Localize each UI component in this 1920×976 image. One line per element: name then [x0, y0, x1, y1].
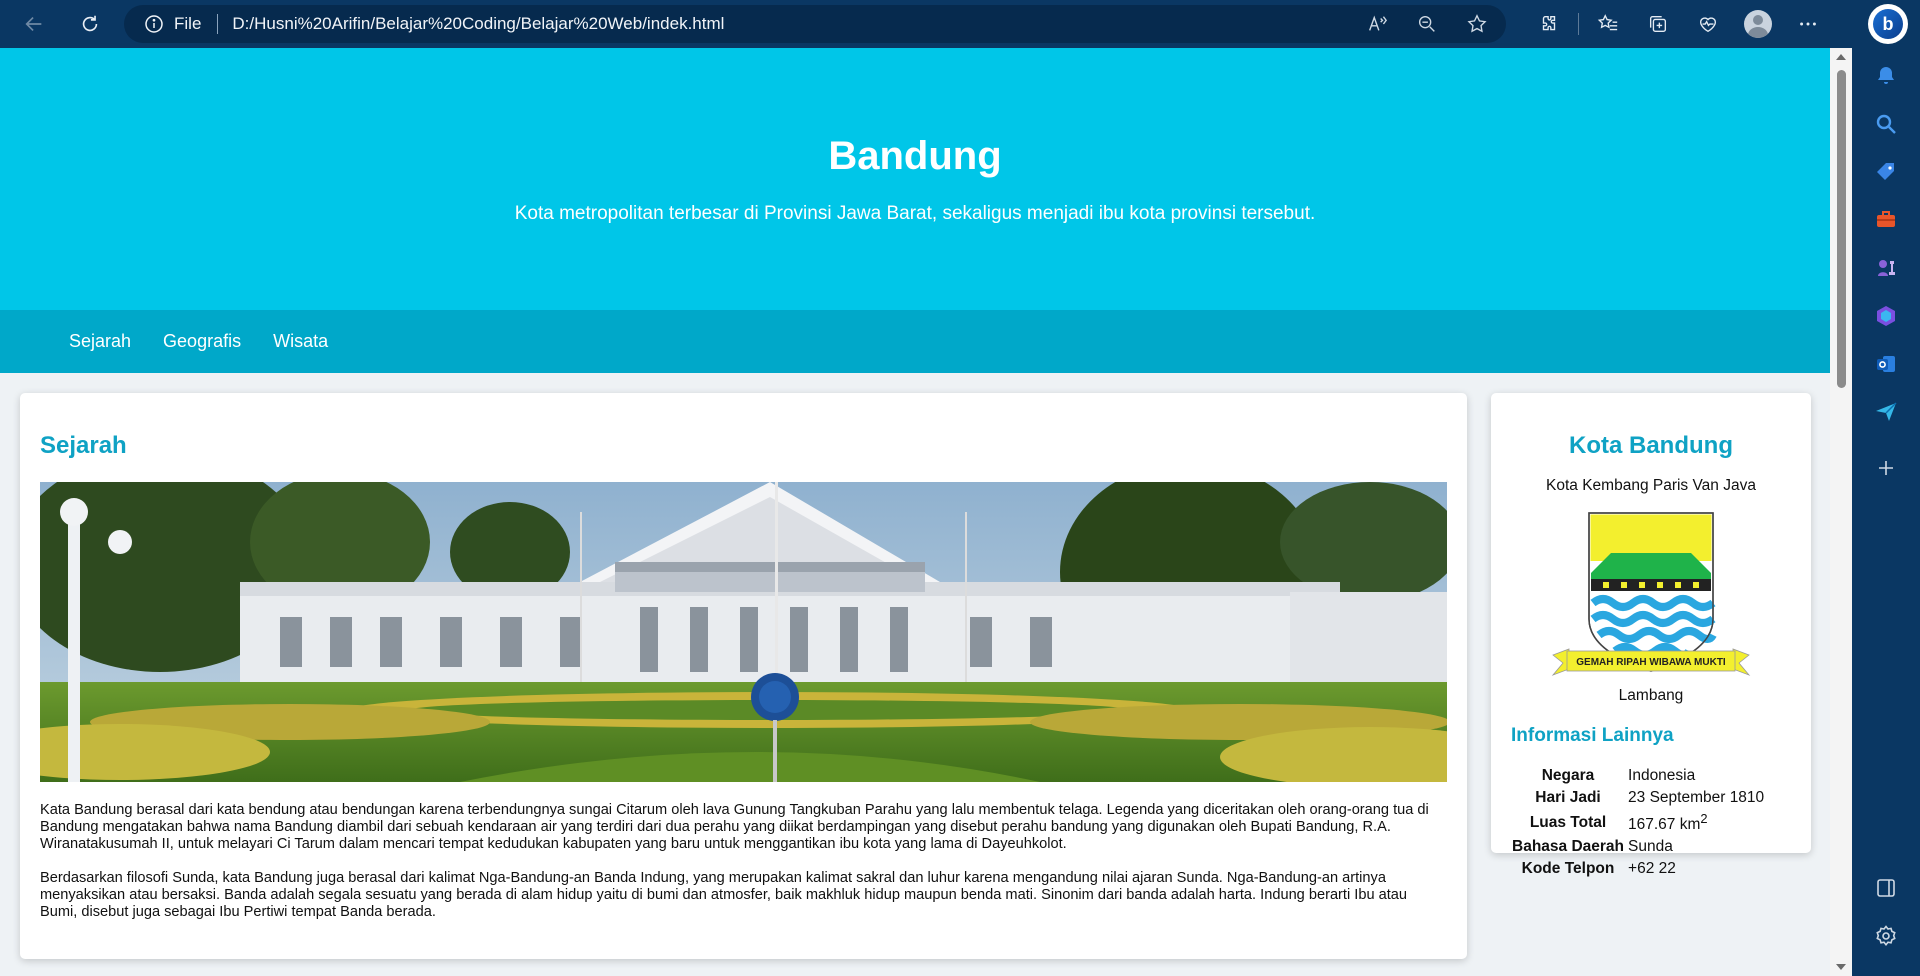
url-scheme-label: File — [174, 14, 202, 33]
info-label: Kode Telpon — [1521, 860, 1615, 878]
area-exponent: 2 — [1700, 811, 1708, 826]
city-info-card: Kota Bandung Kota Kembang Paris Van Java… — [1491, 393, 1811, 877]
web-page: Bandung Kota metropolitan terbesar di Pr… — [0, 48, 1830, 976]
info-label: Negara — [1541, 767, 1595, 784]
address-bar-actions — [1364, 13, 1490, 35]
back-button[interactable] — [16, 6, 52, 42]
table-row: Hari Jadi 23 September 1810 — [1512, 787, 1764, 809]
info-label: Luas Total — [1529, 813, 1607, 831]
info-label: Bahasa Daerah — [1512, 838, 1625, 856]
search-icon[interactable] — [1872, 110, 1900, 138]
profile-button[interactable] — [1733, 6, 1783, 42]
area-value: 167.67 km — [1628, 816, 1701, 834]
history-paragraph-1: Kata Bandung berasal dari kata bendung a… — [40, 802, 1429, 852]
page-scrollbar[interactable] — [1830, 48, 1852, 976]
shopping-tag-icon[interactable] — [1872, 158, 1900, 186]
browser-toolbar: File D:/Husni%20Arifin/Belajar%20Coding/… — [0, 0, 1920, 48]
page-title: Bandung — [828, 134, 1002, 178]
aside-title: Kota Bandung — [1569, 432, 1733, 459]
info-value: +62 22 — [1628, 860, 1676, 878]
scroll-down-arrow[interactable] — [1836, 964, 1846, 970]
toolbar-divider — [1578, 13, 1579, 35]
avatar — [1744, 10, 1772, 38]
scroll-up-arrow[interactable] — [1836, 54, 1846, 60]
toolbar-icons — [1524, 6, 1833, 42]
nav-link-wisata[interactable]: Wisata — [273, 331, 328, 352]
more-dots-icon — [1800, 22, 1816, 26]
read-aloud-icon[interactable] — [1364, 13, 1390, 35]
section-heading: Sejarah — [40, 432, 127, 459]
table-row: Kode Telpon +62 22 — [1512, 858, 1764, 880]
collections-button[interactable] — [1633, 6, 1683, 42]
zoom-out-icon[interactable] — [1414, 13, 1440, 35]
puzzle-icon — [1542, 15, 1556, 31]
info-value: Indonesia — [1628, 767, 1696, 784]
collections-icon — [1649, 15, 1667, 33]
emblem-caption: Lambang — [1618, 687, 1684, 704]
favorites-list-icon — [1597, 14, 1618, 31]
tools-briefcase-icon[interactable] — [1872, 206, 1900, 234]
table-row: Negara Indonesia — [1512, 765, 1764, 787]
edge-sidebar — [1852, 48, 1920, 976]
history-paragraph-2: Berdasarkan filosofi Sunda, kata Bandung… — [40, 870, 1408, 920]
notification-bell-icon[interactable] — [1872, 62, 1900, 90]
more-options-button[interactable] — [1783, 6, 1833, 42]
url-text[interactable]: D:/Husni%20Arifin/Belajar%20Coding/Belaj… — [232, 14, 724, 34]
settings-gear-icon[interactable] — [1872, 922, 1900, 950]
nav-link-sejarah[interactable]: Sejarah — [69, 331, 131, 352]
hide-sidebar-icon[interactable] — [1872, 874, 1900, 902]
nav-link-geografis[interactable]: Geografis — [163, 331, 241, 352]
site-nav: Sejarah Geografis Wisata — [0, 310, 1830, 373]
outlook-icon[interactable] — [1872, 350, 1900, 378]
gedung-sate-photo — [40, 482, 1447, 782]
address-bar[interactable]: File D:/Husni%20Arifin/Belajar%20Coding/… — [124, 5, 1506, 43]
heart-pulse-icon — [1699, 17, 1717, 33]
copilot-button[interactable]: b — [1868, 4, 1908, 44]
emblem-ribbon-text: GEMAH RIPAH WIBAWA MUKTI — [1576, 657, 1726, 668]
scroll-thumb[interactable] — [1837, 70, 1846, 388]
url-divider — [217, 14, 219, 34]
add-sidebar-app-icon[interactable] — [1872, 454, 1900, 482]
refresh-icon — [82, 15, 98, 32]
browser-essentials-button[interactable] — [1683, 6, 1733, 42]
games-chess-icon[interactable] — [1872, 254, 1900, 282]
favorites-button[interactable] — [1583, 6, 1633, 42]
bing-icon: b — [1873, 9, 1903, 39]
city-motto: Kota Kembang Paris Van Java — [1546, 477, 1756, 494]
info-icon[interactable] — [144, 14, 164, 34]
reload-button[interactable] — [72, 6, 108, 42]
favorite-star-icon[interactable] — [1464, 13, 1490, 35]
info-table: Negara Indonesia Hari Jadi 23 September … — [1512, 765, 1764, 880]
info-value: Sunda — [1628, 838, 1673, 856]
table-row: Bahasa Daerah Sunda — [1512, 836, 1764, 858]
info-value: 23 September 1810 — [1628, 789, 1765, 806]
info-heading: Informasi Lainnya — [1511, 725, 1674, 746]
table-row: Luas Total 167.67 km2 — [1512, 809, 1764, 836]
info-value-area: 167.67 km2 — [1628, 809, 1764, 836]
extensions-button[interactable] — [1524, 6, 1574, 42]
page-subtitle: Kota metropolitan terbesar di Provinsi J… — [514, 203, 1316, 224]
info-label: Hari Jadi — [1535, 789, 1601, 806]
send-drop-icon[interactable] — [1872, 398, 1900, 426]
arrow-left-icon — [25, 16, 42, 32]
history-article: Sejarah Kata Bandung berasal dari kata b… — [20, 393, 1467, 959]
bandung-emblem: GEMAH RIPAH WIBAWA MUKTI — [1551, 512, 1751, 676]
hero-banner: Bandung Kota metropolitan terbesar di Pr… — [0, 48, 1830, 310]
microsoft-365-icon[interactable] — [1872, 302, 1900, 330]
